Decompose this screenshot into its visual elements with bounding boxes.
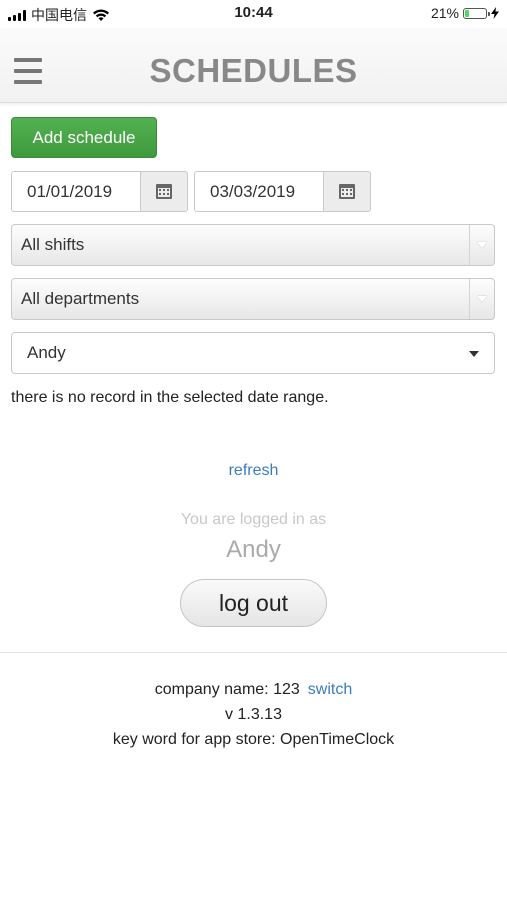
- start-date-calendar-button[interactable]: [140, 171, 188, 212]
- refresh-link[interactable]: refresh: [0, 462, 507, 480]
- start-date-group: 01/01/2019: [11, 171, 188, 212]
- end-date-field[interactable]: 03/03/2019: [194, 171, 323, 212]
- battery-fill: [465, 9, 469, 17]
- shift-select[interactable]: All shifts: [11, 224, 495, 266]
- empty-state-message: there is no record in the selected date …: [11, 389, 329, 406]
- battery-percent: 21%: [430, 5, 459, 21]
- app-store-keyword: key word for app store: OpenTimeClock: [112, 731, 395, 748]
- chevron-down-icon: [477, 242, 487, 248]
- switch-company-link[interactable]: switch: [308, 681, 352, 698]
- chevron-down-icon: [477, 296, 487, 302]
- add-schedule-button[interactable]: Add schedule: [11, 117, 157, 158]
- calendar-icon: [156, 184, 172, 199]
- department-dropdown-arrow: [469, 279, 494, 319]
- department-select[interactable]: All departments: [11, 278, 495, 320]
- shift-select-value: All shifts: [21, 235, 85, 254]
- employee-select-value: Andy: [27, 343, 66, 362]
- logged-in-username: Andy: [226, 536, 281, 563]
- end-date-calendar-button[interactable]: [323, 171, 371, 212]
- calendar-icon: [339, 184, 355, 199]
- end-date-group: 03/03/2019: [194, 171, 371, 212]
- status-right: 21%: [431, 5, 499, 21]
- chevron-down-icon: [469, 351, 479, 357]
- shift-dropdown-arrow: [469, 225, 494, 265]
- employee-select[interactable]: Andy: [11, 332, 495, 374]
- page-title: SCHEDULES: [149, 52, 358, 89]
- company-line: company name: 123 switch: [0, 681, 507, 699]
- start-date-field[interactable]: 01/01/2019: [11, 171, 140, 212]
- divider: [0, 652, 507, 653]
- charging-bolt-icon: [491, 7, 499, 19]
- company-name: company name: 123: [154, 681, 300, 698]
- app-header: SCHEDULES: [0, 28, 507, 103]
- battery-icon: [463, 7, 490, 19]
- logged-in-label: You are logged in as: [180, 511, 327, 528]
- status-bar: 中国电信 10:44 21%: [0, 0, 507, 28]
- app-version: v 1.3.13: [225, 706, 282, 723]
- department-select-value: All departments: [21, 289, 140, 308]
- logout-button[interactable]: log out: [180, 579, 327, 627]
